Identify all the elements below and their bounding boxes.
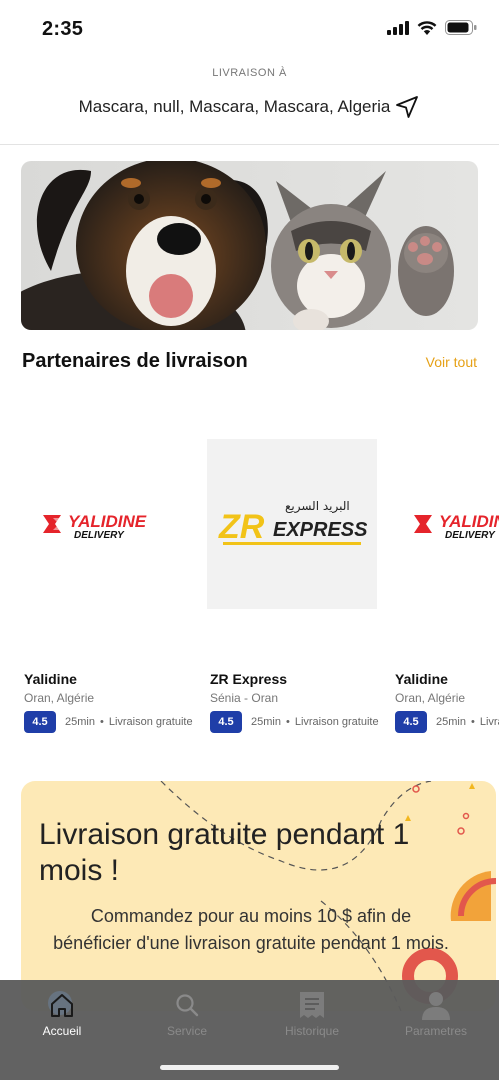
delivery-time: 25min: [251, 716, 281, 728]
user-icon: [421, 990, 451, 1020]
nav-label-historique: Historique: [284, 1024, 340, 1038]
partner-meta: 4.5 25min • Livraison gratuite: [210, 711, 379, 733]
zr-express-logo-arabic: البريد السريع: [285, 499, 350, 514]
partners-section-title: Partenaires de livraison: [22, 350, 248, 372]
rating-badge: 4.5: [395, 711, 427, 733]
promo-body: Commandez pour au moins 10 $ afin de bén…: [53, 906, 449, 953]
rating-badge: 4.5: [210, 711, 242, 733]
hero-banner[interactable]: [21, 161, 478, 330]
yalidine-logo-subtext: DELIVERY: [445, 530, 496, 541]
home-icon: [47, 990, 77, 1020]
meta-separator: •: [99, 716, 104, 728]
partner-meta: 4.5 25min • Livraison gratuite: [395, 711, 499, 733]
promo-card[interactable]: Livraison gratuite pendant 1 mois ! Comm…: [21, 781, 496, 1011]
yalidine-logo-subtext: DELIVERY: [74, 530, 125, 541]
meta-separator: •: [470, 716, 475, 728]
nav-item-historique[interactable]: Historique: [250, 980, 374, 1040]
see-all-link[interactable]: Voir tout: [426, 354, 477, 370]
delivery-time: 25min: [436, 716, 466, 728]
partner-name: Yalidine: [24, 671, 77, 687]
partner-card[interactable]: البريد السريع ZR EXPRESS ZR Express Séni…: [207, 395, 387, 745]
nav-label-parametres: Parametres: [404, 1024, 468, 1038]
delivery-address-row[interactable]: Mascara, null, Mascara, Mascara, Algeria: [0, 94, 499, 120]
yalidine-logo-mark: YALIDINE DELIVERY: [43, 512, 147, 541]
yalidine-logo-mark: YALIDINE DELIVERY: [414, 512, 499, 541]
yalidine-logo: YALIDINE DELIVERY: [21, 439, 191, 609]
meta-separator: •: [285, 716, 290, 728]
header-divider: [0, 144, 499, 145]
zr-express-logo-mark: البريد السريع ZR EXPRESS: [218, 499, 367, 546]
zr-express-logo-text: ZR: [218, 508, 265, 546]
nav-item-service[interactable]: Service: [125, 980, 249, 1040]
nav-label-service: Service: [166, 1024, 207, 1038]
home-indicator[interactable]: [160, 1065, 339, 1070]
yalidine-logo: YALIDINE DELIVERY: [392, 439, 499, 609]
delivery-time: 25min: [65, 716, 95, 728]
partners-carousel[interactable]: YALIDINE DELIVERY Yalidine Oran, Algérie…: [0, 395, 499, 745]
battery-icon: [445, 20, 477, 35]
yalidine-logo-text: YALIDINE: [439, 512, 499, 531]
signal-icon: [387, 20, 409, 35]
delivery-label: LIVRAISON À: [212, 67, 287, 79]
receipt-icon: [298, 990, 326, 1020]
pets-banner-image: [21, 161, 478, 330]
status-bar: 2:35: [0, 0, 499, 60]
wifi-icon: [417, 21, 437, 35]
nav-item-accueil[interactable]: Accueil: [0, 980, 124, 1040]
promo-title: Livraison gratuite pendant 1 mois !: [39, 818, 410, 887]
partner-name: ZR Express: [210, 671, 288, 687]
nav-label-accueil: Accueil: [42, 1024, 82, 1038]
status-time: 2:35: [42, 18, 84, 40]
yalidine-logo-text: YALIDINE: [68, 512, 147, 531]
partner-location: Sénia - Oran: [210, 691, 279, 705]
partner-card[interactable]: YALIDINE DELIVERY Yalidine Oran, Algérie…: [392, 395, 499, 745]
delivery-fee: Livraison gratuite: [108, 716, 193, 728]
partner-name: Yalidine: [395, 671, 448, 687]
status-icons: [387, 20, 477, 35]
partner-meta: 4.5 25min • Livraison gratuite: [24, 711, 193, 733]
delivery-fee: Livraison gratuite: [294, 716, 379, 728]
zr-express-logo-subtext: EXPRESS: [273, 519, 367, 541]
delivery-address[interactable]: Mascara, null, Mascara, Mascara, Algeria: [79, 97, 391, 117]
delivery-fee: Livraison gratuite: [479, 716, 499, 728]
rating-badge: 4.5: [24, 711, 56, 733]
zr-express-logo: البريد السريع ZR EXPRESS: [207, 439, 377, 609]
partner-card[interactable]: YALIDINE DELIVERY Yalidine Oran, Algérie…: [21, 395, 201, 745]
nav-item-parametres[interactable]: Parametres: [374, 980, 498, 1040]
partner-location: Oran, Algérie: [395, 691, 466, 705]
location-arrow-icon[interactable]: [394, 94, 420, 120]
search-icon: [174, 990, 200, 1020]
promo-decoration: [160, 781, 496, 1011]
partner-location: Oran, Algérie: [24, 691, 95, 705]
